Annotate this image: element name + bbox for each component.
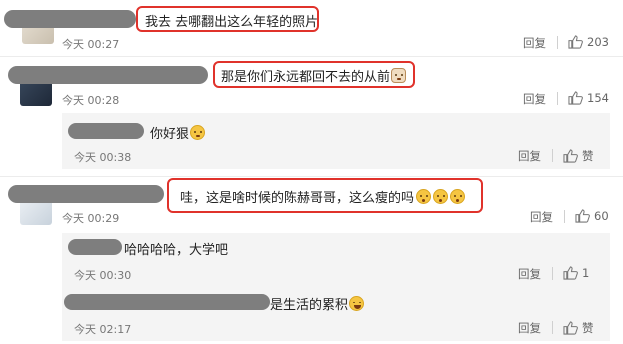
reply-text-row: 你好狠 xyxy=(150,123,206,142)
separator xyxy=(0,176,623,177)
like-button[interactable]: 1 xyxy=(563,266,589,280)
reply-label: 回复 xyxy=(523,36,546,50)
thumbs-up-icon xyxy=(563,149,578,163)
reply-label: 回复 xyxy=(518,149,541,163)
like-button[interactable]: 203 xyxy=(568,35,609,49)
reply-text: 哈哈哈哈，大学吧 xyxy=(124,243,229,258)
surprised-face-icon xyxy=(450,189,466,204)
reply-label: 回复 xyxy=(530,210,553,224)
reply-time: 今天 00:38 xyxy=(74,151,132,164)
laughing-face-icon xyxy=(349,296,365,311)
comment-text: 哇，这是啥时候的陈赫哥哥，这么瘦的吗 xyxy=(180,191,415,206)
divider xyxy=(552,267,553,280)
comment-time: 今天 00:27 xyxy=(62,38,120,51)
reply-time: 今天 02:17 xyxy=(74,323,132,336)
divider xyxy=(552,149,553,162)
thumbs-up-icon xyxy=(563,266,578,280)
divider xyxy=(557,92,558,105)
username-redacted[interactable] xyxy=(4,10,136,28)
thumbs-up-icon xyxy=(575,209,590,223)
comment-text-row: 哇，这是啥时候的陈赫哥哥，这么瘦的吗 xyxy=(180,187,466,206)
reply-text-row: 是生活的累积 xyxy=(270,294,365,313)
like-count: 203 xyxy=(587,35,609,49)
reply-button[interactable]: 回复 xyxy=(523,91,546,107)
reply-button[interactable]: 回复 xyxy=(518,320,541,336)
thumbs-up-icon xyxy=(568,91,583,105)
reply-label: 回复 xyxy=(523,92,546,106)
username-redacted[interactable] xyxy=(64,294,270,310)
reply-button[interactable]: 回复 xyxy=(518,266,541,282)
like-button[interactable]: 60 xyxy=(575,209,609,223)
reply-panel: 哈哈哈哈，大学吧 今天 00:30 回复 1 是生活的累积 今天 02:17 回… xyxy=(62,233,610,341)
reply-panel: 你好狠 今天 00:38 回复 赞 xyxy=(62,113,610,169)
reply-label: 回复 xyxy=(518,321,541,335)
username-redacted[interactable] xyxy=(68,123,144,139)
reply-time: 今天 00:30 xyxy=(74,269,132,282)
thumbs-up-icon xyxy=(568,35,583,49)
like-count: 1 xyxy=(582,266,590,280)
like-count: 154 xyxy=(587,91,609,105)
like-button[interactable]: 154 xyxy=(568,91,609,105)
dog-face-icon xyxy=(190,125,206,140)
divider xyxy=(552,321,553,334)
comment-text: 那是你们永远都回不去的从前 xyxy=(221,70,391,85)
like-button[interactable]: 赞 xyxy=(563,148,594,164)
username-redacted[interactable] xyxy=(8,66,208,84)
like-count: 赞 xyxy=(582,321,594,335)
username-redacted[interactable] xyxy=(8,185,164,203)
username-redacted[interactable] xyxy=(68,239,122,255)
comment-time: 今天 00:29 xyxy=(62,212,120,225)
reply-label: 回复 xyxy=(518,267,541,281)
cat-face-icon xyxy=(391,68,407,83)
reply-text: 是生活的累积 xyxy=(270,298,349,313)
like-count: 60 xyxy=(594,209,609,223)
surprised-face-icon xyxy=(433,189,449,204)
comment-text: 我去 去哪翻出这么年轻的照片 xyxy=(145,15,319,30)
reply-button[interactable]: 回复 xyxy=(530,209,553,225)
comment-text-row: 那是你们永远都回不去的从前 xyxy=(221,66,407,85)
like-count: 赞 xyxy=(582,149,594,163)
reply-button[interactable]: 回复 xyxy=(518,148,541,164)
surprised-face-icon xyxy=(416,189,432,204)
divider xyxy=(564,210,565,223)
separator xyxy=(0,56,623,57)
reply-button[interactable]: 回复 xyxy=(523,35,546,51)
like-button[interactable]: 赞 xyxy=(563,320,594,336)
divider xyxy=(557,36,558,49)
comment-time: 今天 00:28 xyxy=(62,94,120,107)
thumbs-up-icon xyxy=(563,321,578,335)
reply-text: 你好狠 xyxy=(150,127,190,142)
